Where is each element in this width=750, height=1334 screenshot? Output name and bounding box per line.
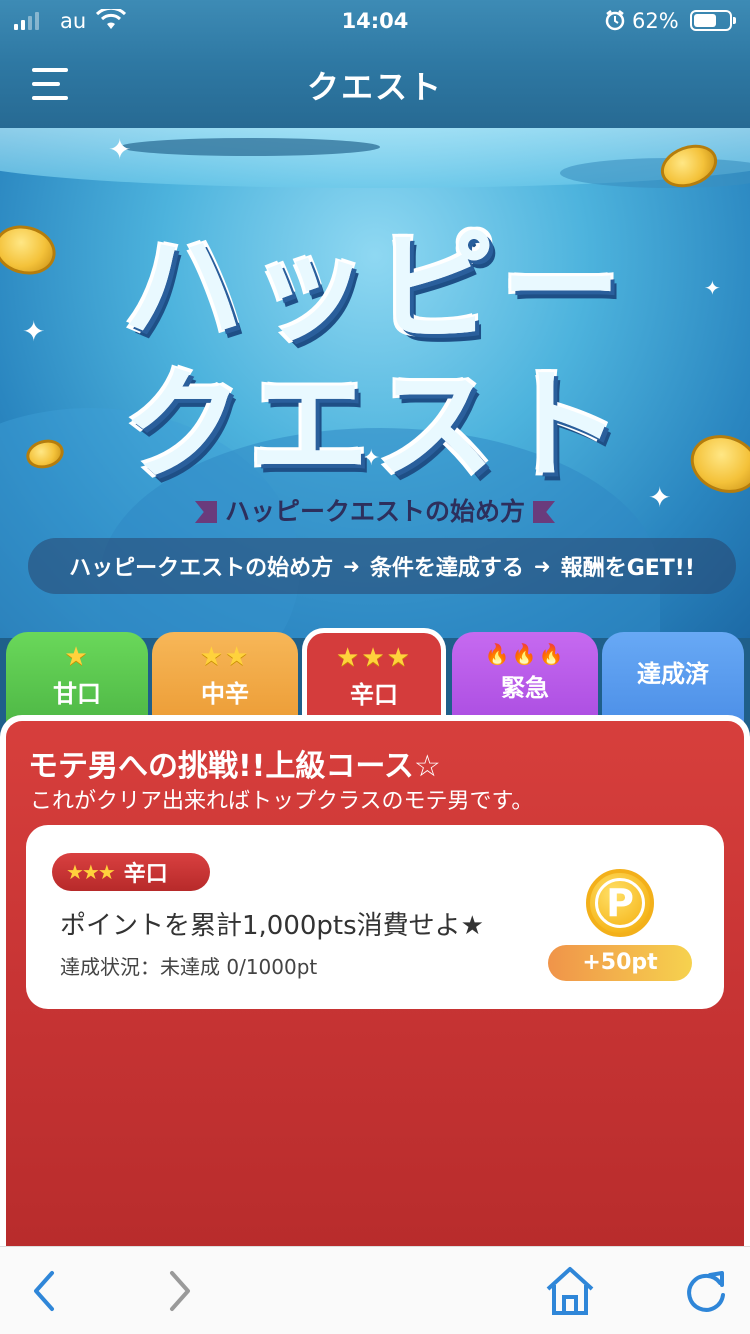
tab-label: 緊急 [501, 674, 549, 702]
battery-icon [690, 10, 736, 31]
how-to-heading: ハッピークエストの始め方 [0, 492, 750, 528]
page-title: クエスト [306, 68, 443, 106]
tab-label: 辛口 [350, 681, 398, 709]
arrow-right-icon: ➜ [343, 554, 360, 578]
step-1: ハッピークエストの始め方 [69, 556, 334, 581]
arrow-right-icon: ➜ [533, 554, 551, 578]
star-icon: ★ [64, 642, 90, 672]
banner-wave-shadow [120, 138, 380, 156]
flame-icon: 🔥🔥🔥 [484, 642, 566, 666]
tab-label: 達成済 [637, 660, 709, 688]
sparkle-icon: ✦ [108, 133, 132, 166]
ribbon-right-icon [533, 501, 555, 523]
difficulty-badge: ★★★ 辛口 [52, 853, 210, 891]
banner-title-line2: クエスト [123, 357, 627, 496]
tab-label: 甘口 [53, 680, 101, 708]
alarm-icon [604, 9, 626, 36]
home-icon[interactable] [544, 1265, 596, 1317]
quest-description: ポイントを累計1,000pts消費せよ★ [60, 911, 484, 941]
quest-card[interactable]: ★★★ 辛口 ポイントを累計1,000pts消費せよ★ 達成状況：未達成 0/1… [26, 825, 724, 1009]
status-bar: au 14:04 62% [0, 0, 750, 44]
star-icon: ★★★ [66, 860, 116, 884]
top-bar: au 14:04 62% クエスト [0, 0, 750, 128]
browser-toolbar [0, 1246, 750, 1334]
star-icon: ★★★ [336, 643, 412, 673]
step-3: 報酬をGET!! [560, 556, 695, 581]
tab-label: 中辛 [201, 680, 249, 708]
quest-banner: ✦ ✦ ✦ ✦ ✦ ハッピー クエスト ハッピークエストの始め方 ハッピークエス… [0, 128, 750, 638]
back-icon[interactable] [20, 1265, 72, 1317]
reload-icon[interactable] [680, 1265, 732, 1317]
how-to-heading-text: ハッピークエストの始め方 [224, 497, 525, 526]
ribbon-left-icon [194, 501, 217, 523]
step-2: 条件を達成する [369, 556, 524, 581]
forward-icon[interactable] [154, 1265, 206, 1317]
mission-subtitle: これがクリア出来ればトップクラスのモテ男です。 [30, 789, 534, 814]
battery-percent: 62% [632, 9, 679, 33]
star-icon: ★★ [199, 642, 251, 672]
mission-panel: モテ男への挑戦!!上級コース☆ これがクリア出来ればトップクラスのモテ男です。 … [0, 715, 750, 1250]
point-coin-icon: P [586, 869, 654, 937]
reward-badge: +50pt [548, 945, 692, 981]
steps-bar: ハッピークエストの始め方 ➜ 条件を達成する ➜ 報酬をGET!! [28, 538, 736, 594]
quest-status: 達成状況：未達成 0/1000pt [60, 955, 318, 979]
mission-title: モテ男への挑戦!!上級コース☆ [28, 749, 441, 784]
badge-label: 辛口 [123, 862, 168, 887]
